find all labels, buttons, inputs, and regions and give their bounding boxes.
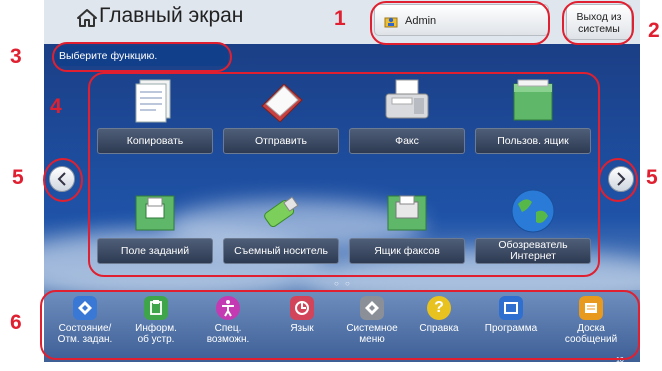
home-icon[interactable] [76, 8, 98, 28]
annotation-oval-4 [88, 72, 600, 277]
annotation-oval-5-right [598, 158, 638, 202]
annotation-number-5-right: 5 [646, 166, 658, 189]
annotation-oval-2 [562, 1, 634, 45]
annotation-number-2: 2 [648, 19, 660, 42]
annotation-number-3: 3 [10, 45, 22, 68]
annotation-oval-1 [370, 1, 550, 45]
annotation-number-4: 4 [50, 95, 62, 118]
annotation-oval-3 [52, 42, 232, 72]
annotation-number-5-left: 5 [12, 166, 24, 189]
annotation-oval-5-left [43, 158, 83, 202]
screen: Главный экран Admin Выход из системы Выб… [0, 0, 662, 371]
page-title: Главный экран [99, 4, 244, 27]
page-indicator: ○ ○ [334, 279, 352, 288]
annotation-oval-6 [40, 290, 640, 360]
annotation-number-1: 1 [334, 7, 346, 30]
annotation-number-6: 6 [10, 311, 22, 334]
